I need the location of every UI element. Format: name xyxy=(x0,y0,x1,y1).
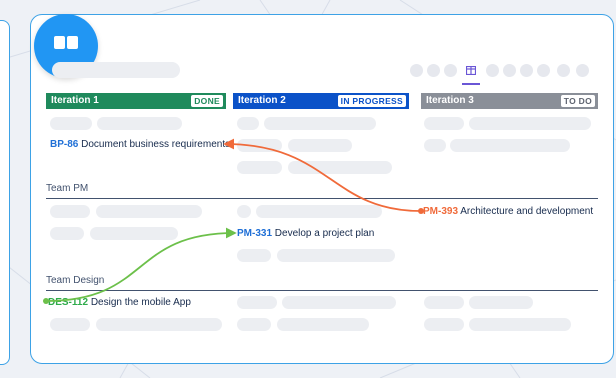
issue-title: Architecture and development xyxy=(460,206,594,217)
issue-title: Design the mobile App xyxy=(90,297,191,308)
iteration-name: Iteration 3 xyxy=(426,95,474,106)
issue-key[interactable]: PM-393 xyxy=(423,206,458,217)
placeholder-bar xyxy=(424,117,464,130)
placeholder-bar xyxy=(50,227,84,240)
placeholder-bar xyxy=(424,296,464,309)
status-badge: IN PROGRESS xyxy=(337,95,406,107)
issue-card[interactable]: PM-393 Architecture and development xyxy=(423,206,593,217)
placeholder-bar xyxy=(277,249,395,262)
issue-card[interactable]: BP-86 Document business requirements xyxy=(50,139,230,150)
placeholder-bar xyxy=(96,318,222,331)
view-dot[interactable] xyxy=(444,64,457,77)
placeholder-bar xyxy=(277,318,369,331)
search-placeholder xyxy=(52,62,180,78)
placeholder-bar xyxy=(237,249,271,262)
view-dot[interactable] xyxy=(537,64,550,77)
issue-card[interactable]: DES-112 Design the mobile App xyxy=(48,297,191,308)
placeholder-bar xyxy=(237,296,277,309)
team-divider xyxy=(46,290,598,291)
placeholder-bar xyxy=(469,318,571,331)
team-divider xyxy=(46,198,598,199)
iteration-name: Iteration 1 xyxy=(51,95,99,106)
issue-key[interactable]: DES-112 xyxy=(48,297,88,308)
placeholder-bar xyxy=(288,161,392,174)
iteration-name: Iteration 2 xyxy=(238,95,286,106)
placeholder-bar xyxy=(237,139,282,152)
placeholder-bar xyxy=(469,117,591,130)
placeholder-bar xyxy=(50,318,90,331)
placeholder-bar xyxy=(469,296,533,309)
placeholder-bar xyxy=(90,227,178,240)
issue-key[interactable]: BP-86 xyxy=(50,139,78,150)
status-badge: DONE xyxy=(191,95,223,107)
placeholder-bar xyxy=(50,117,92,130)
placeholder-bar xyxy=(237,161,282,174)
team-label: Team PM xyxy=(46,183,89,194)
view-dot[interactable] xyxy=(486,64,499,77)
iteration-2-header[interactable]: Iteration 2 IN PROGRESS xyxy=(233,93,409,109)
iteration-3-header[interactable]: Iteration 3 TO DO xyxy=(421,93,598,109)
issue-title: Develop a project plan xyxy=(274,228,375,239)
iteration-1-header[interactable]: Iteration 1 DONE xyxy=(46,93,226,109)
placeholder-bar xyxy=(237,117,259,130)
view-dot[interactable] xyxy=(576,64,589,77)
placeholder-bar xyxy=(424,318,464,331)
side-panel-edge xyxy=(0,20,10,365)
issue-card[interactable]: PM-331 Develop a project plan xyxy=(237,228,374,239)
placeholder-bar xyxy=(450,139,570,152)
placeholder-bar xyxy=(97,117,182,130)
view-dot[interactable] xyxy=(410,64,423,77)
placeholder-bar xyxy=(282,296,396,309)
placeholder-bar xyxy=(256,205,382,218)
placeholder-bar xyxy=(288,139,352,152)
board-columns-icon[interactable] xyxy=(466,66,476,75)
issue-title: Document business requirements xyxy=(81,139,231,150)
status-badge: TO DO xyxy=(560,95,595,107)
view-dot[interactable] xyxy=(520,64,533,77)
placeholder-bar xyxy=(237,318,271,331)
view-dot[interactable] xyxy=(557,64,570,77)
placeholder-bar xyxy=(50,205,90,218)
placeholder-bar xyxy=(424,139,446,152)
issue-key[interactable]: PM-331 xyxy=(237,228,272,239)
team-label: Team Design xyxy=(46,275,105,286)
placeholder-bar xyxy=(237,205,251,218)
view-dot[interactable] xyxy=(503,64,516,77)
placeholder-bar xyxy=(96,205,202,218)
placeholder-bar xyxy=(264,117,376,130)
active-view-underline xyxy=(462,83,480,85)
view-dot[interactable] xyxy=(427,64,440,77)
